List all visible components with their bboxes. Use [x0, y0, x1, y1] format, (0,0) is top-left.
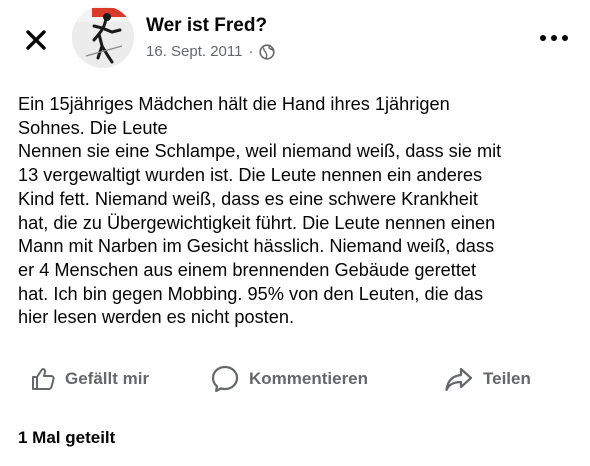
comment-bubble-icon	[211, 365, 239, 393]
post-body: Ein 15jähriges Mädchen hält die Hand ihr…	[18, 94, 502, 328]
post-actions: Gefällt mir Kommentieren Teilen	[0, 358, 590, 400]
close-button[interactable]	[20, 24, 52, 56]
meta-separator: ·	[248, 43, 254, 60]
share-count[interactable]: 1 Mal geteilt	[18, 428, 115, 448]
comment-label: Kommentieren	[249, 369, 369, 388]
share-label: Teilen	[483, 369, 531, 388]
post-header: Wer ist Fred? 16. Sept. 2011 ·	[0, 0, 590, 80]
post-meta: 16. Sept. 2011 ·	[146, 43, 276, 60]
like-button[interactable]: Gefällt mir	[30, 358, 149, 400]
close-icon	[26, 30, 46, 50]
share-arrow-icon	[445, 367, 473, 392]
thumbs-up-icon	[32, 368, 55, 390]
more-options-button[interactable]	[534, 24, 574, 52]
share-button[interactable]: Teilen	[444, 358, 531, 400]
avatar-image	[72, 6, 134, 68]
comment-button[interactable]: Kommentieren	[210, 358, 368, 400]
like-label: Gefällt mir	[65, 369, 150, 388]
post-date[interactable]: 16. Sept. 2011	[146, 43, 242, 60]
more-dots-icon	[540, 35, 568, 41]
page-name[interactable]: Wer ist Fred?	[146, 15, 267, 37]
globe-icon	[259, 43, 276, 60]
avatar[interactable]	[72, 6, 134, 68]
